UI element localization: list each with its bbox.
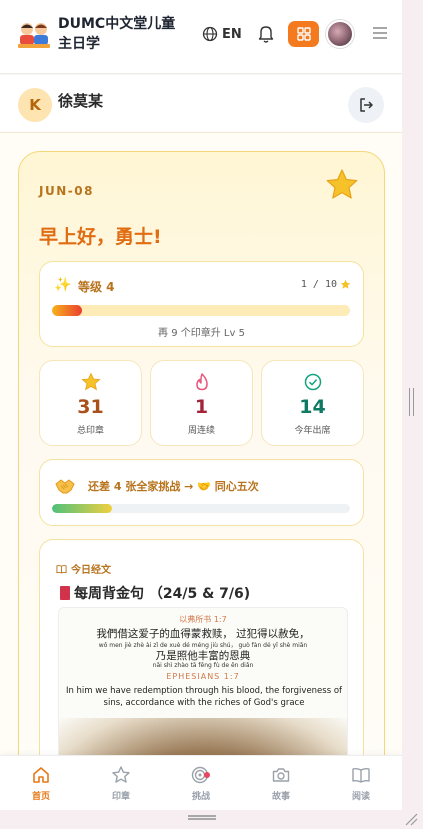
star-small-icon [340, 279, 351, 289]
star-outline-icon [112, 766, 130, 783]
handshake-icon [55, 479, 75, 494]
target-icon [191, 766, 210, 784]
top-header: DUMC中文堂儿童主日学 EN [0, 0, 402, 74]
stat-value: 1 [194, 396, 209, 418]
user-avatar[interactable]: K [18, 88, 52, 122]
stat-label: 总印章 [76, 426, 104, 436]
nav-label: 故事 [271, 792, 290, 802]
level-hint: 再 9 个印章升 Lv 5 [158, 328, 245, 339]
challenge-progress-fill [52, 504, 112, 513]
nav-label: 印章 [111, 792, 130, 802]
nav-reading[interactable]: 阅读 [321, 756, 401, 810]
bottom-navigation: 首页 印章 挑战 故事 阅读 [0, 755, 402, 810]
nav-stories[interactable]: 故事 [241, 756, 321, 810]
verse-reference-cn: 以弗所书 1:7 [179, 615, 227, 624]
stats-row: 31 总印章 1 周连续 14 今年出席 [39, 360, 364, 446]
verse-line-cn-2: 乃是照他丰富的恩典 [155, 650, 251, 662]
camera-icon [272, 768, 290, 782]
verse-title: 每周背金句 （24/5 & 7/6) [60, 583, 250, 603]
open-book-icon [56, 564, 67, 573]
nav-stamps[interactable]: 印章 [81, 756, 161, 810]
star-icon [80, 372, 101, 391]
star-badge-icon [326, 169, 358, 199]
nav-label: 阅读 [351, 792, 370, 802]
logout-icon [360, 98, 373, 112]
nav-challenge[interactable]: 挑战 [161, 756, 241, 810]
verse-line-en: In him we have redemption through his bl… [65, 686, 343, 708]
verse-section-label: 今日经文 [71, 565, 111, 576]
stat-label: 今年出席 [294, 426, 331, 436]
brand-title: DUMC中文堂儿童主日学 [58, 16, 176, 52]
date-label: JUN-08 [39, 184, 94, 198]
challenge-text: 还差 4 张全家挑战 → 🤝 同心五次 [88, 480, 259, 493]
sparkle-icon: ✨ [54, 277, 72, 293]
bell-icon[interactable] [257, 24, 275, 44]
stat-value: 14 [299, 396, 326, 418]
level-panel: ✨ 等级 4 1 / 10 再 9 个印章升 Lv 5 [39, 261, 364, 347]
stat-attendance[interactable]: 14 今年出席 [261, 360, 364, 446]
user-row: K 徐莫某 [0, 75, 402, 133]
verse-line-cn-1: 我們借这爱子的血得蒙救赎， 过犯得以赦免， [96, 628, 310, 640]
hamburger-menu-icon[interactable] [372, 26, 388, 40]
grid-icon [296, 27, 311, 41]
home-icon [33, 767, 49, 783]
level-progress-bar [52, 305, 350, 316]
language-label: EN [222, 26, 242, 42]
level-progress-fill [52, 305, 82, 316]
level-progress-count: 1 / 10 [301, 279, 351, 290]
qr-grid-button[interactable] [288, 21, 319, 47]
flame-icon [195, 373, 208, 391]
user-name: 徐莫某 [58, 92, 104, 110]
verse-title-text: 每周背金句 （24/5 & 7/6) [74, 586, 251, 602]
level-progress-text: 1 / 10 [300, 279, 337, 290]
family-challenge-panel[interactable]: 还差 4 张全家挑战 → 🤝 同心五次 [39, 459, 364, 526]
verse-pinyin-2: nǎi shì zhào tā fēng fù de ēn diǎn [152, 662, 254, 669]
greeting-title: 早上好，勇士! [39, 226, 162, 248]
nav-label: 首页 [31, 792, 50, 802]
book-icon [352, 767, 370, 783]
stat-label: 周连续 [187, 426, 215, 436]
check-circle-icon [304, 373, 321, 391]
level-label: 等级 4 [78, 280, 115, 294]
verse-section-header: 今日经文 [56, 561, 111, 576]
app-window: DUMC中文堂儿童主日学 EN K 徐莫某 JUN-08 早上好，勇士! ✨ 等… [0, 0, 402, 810]
stat-weekly-streak[interactable]: 1 周连续 [150, 360, 253, 446]
challenge-progress-bar [52, 504, 350, 513]
dashboard-card: JUN-08 早上好，勇士! ✨ 等级 4 1 / 10 再 9 个印章升 Lv… [18, 151, 385, 799]
globe-icon [202, 26, 218, 42]
panel-resize-handle[interactable] [409, 388, 414, 416]
logo-icon [18, 23, 50, 48]
stat-total-stamps[interactable]: 31 总印章 [39, 360, 142, 446]
nav-label: 挑战 [191, 792, 210, 802]
bottom-drag-handle[interactable] [188, 815, 216, 820]
resize-corner-icon[interactable] [404, 812, 418, 826]
profile-avatar[interactable] [326, 20, 354, 48]
language-toggle[interactable]: EN [202, 24, 242, 44]
nav-home[interactable]: 首页 [1, 756, 81, 810]
logout-button[interactable] [348, 87, 384, 123]
bookmark-icon [60, 586, 70, 600]
verse-reference-en: EPHESIANS 1:7 [166, 672, 240, 681]
stat-value: 31 [77, 396, 104, 418]
